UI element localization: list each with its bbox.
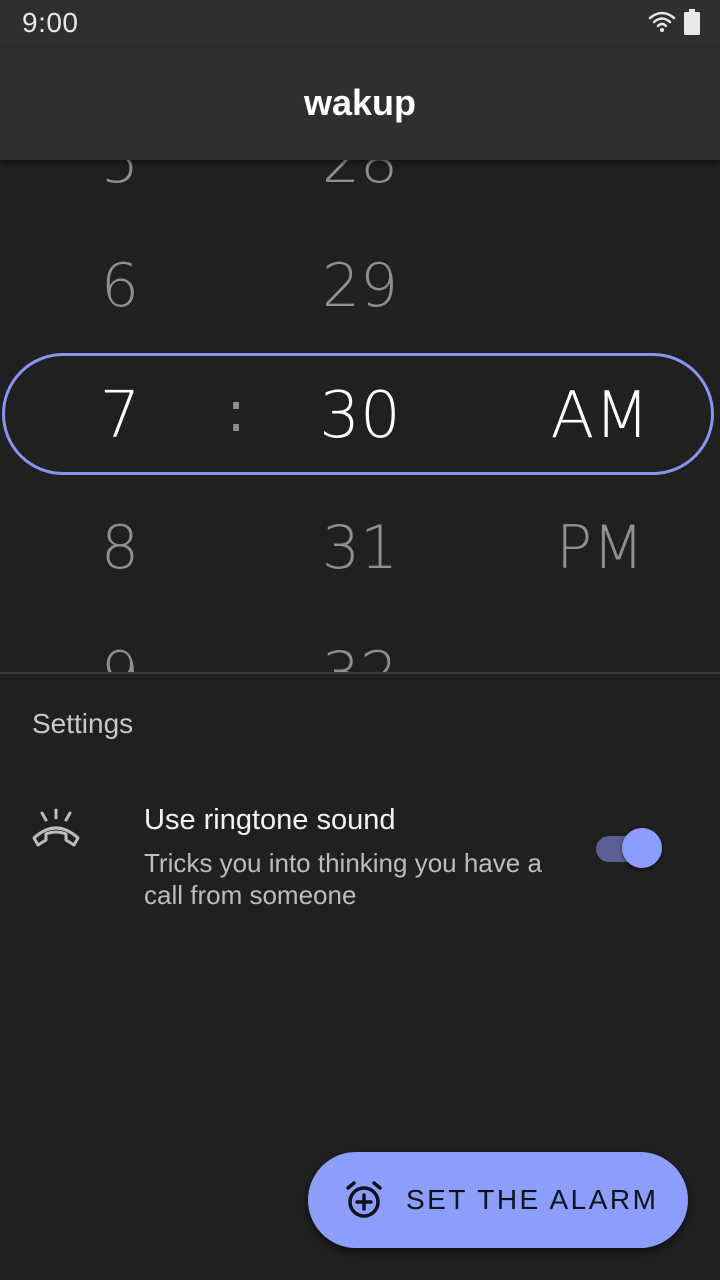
toggle-thumb xyxy=(622,828,662,868)
add-alarm-icon xyxy=(344,1180,384,1220)
ringtone-icon xyxy=(30,808,82,848)
alarm-screen: 9:00 wakup 5 6 7 8 28 29 30 31 AM PM: S… xyxy=(0,0,720,1280)
minute-option[interactable]: 29 xyxy=(240,256,480,316)
hour-option[interactable]: 8 xyxy=(0,518,240,578)
period-option[interactable]: PM xyxy=(480,518,720,578)
wifi-icon xyxy=(648,11,676,38)
minute-option[interactable]: 32 xyxy=(240,644,480,672)
time-picker[interactable]: 5 6 7 8 9 28 29 30 31 32 AM PM : xyxy=(0,160,720,672)
status-time: 9:00 xyxy=(22,7,79,38)
hour-option[interactable]: 5 xyxy=(0,160,240,192)
hour-option[interactable]: 6 xyxy=(0,256,240,316)
status-icons xyxy=(648,8,700,40)
hour-option[interactable]: 9 xyxy=(0,644,240,672)
minute-option[interactable]: 28 xyxy=(240,160,480,192)
selection-frame xyxy=(2,353,714,475)
minute-option[interactable]: 31 xyxy=(240,518,480,578)
settings-header: Settings xyxy=(32,708,134,739)
set-alarm-button[interactable]: SET THE ALARM xyxy=(308,1152,688,1248)
battery-icon xyxy=(684,8,700,40)
app-title: wakup xyxy=(303,82,417,123)
setting-title: Use ringtone sound xyxy=(144,804,396,836)
setting-description: Tricks you into thinking you have a call… xyxy=(144,848,542,910)
divider xyxy=(0,672,720,674)
setting-ringtone[interactable]: Use ringtone sound Tricks you into think… xyxy=(0,790,720,930)
set-alarm-label: SET THE ALARM xyxy=(406,1184,659,1215)
status-bar: 9:00 xyxy=(0,0,720,48)
ringtone-toggle[interactable] xyxy=(594,826,670,870)
app-bar: wakup xyxy=(0,48,720,160)
